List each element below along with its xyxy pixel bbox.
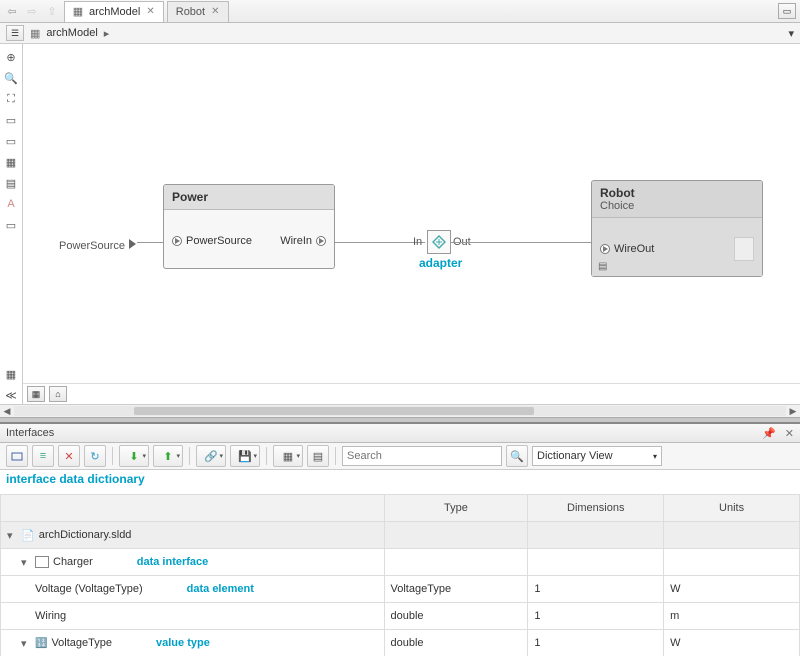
component-icon[interactable]: ▭ xyxy=(2,111,20,129)
adapter-block[interactable] xyxy=(427,230,451,254)
view-mode-select[interactable]: Dictionary View▾ xyxy=(532,446,662,466)
ref-icon[interactable]: ▤ xyxy=(2,174,20,192)
chevron-right-icon: ▸ xyxy=(104,27,110,40)
wire[interactable] xyxy=(451,242,591,243)
search-input[interactable] xyxy=(342,446,502,466)
inport-icon[interactable] xyxy=(172,236,182,246)
model-browser-button[interactable]: ☰ xyxy=(6,25,24,41)
close-icon[interactable]: ✕ xyxy=(785,428,794,440)
overview-icon[interactable]: ▦ xyxy=(2,365,20,383)
wire[interactable] xyxy=(137,242,163,243)
canvas-wrap: PowerSource Power PowerSource WireIn In xyxy=(23,44,800,404)
chevron-down-icon: ▾ xyxy=(653,452,657,461)
interfaces-panel: Interfaces 📌 ✕ ≡ ✕ ↻ ⬇▾ ⬆▾ 🔗▾ 💾▾ ▦▾ ▤ 🔍 … xyxy=(0,423,800,656)
tab-label: archModel xyxy=(89,6,140,18)
add-element-button[interactable]: ≡ xyxy=(32,445,54,467)
tab-label: Robot xyxy=(176,6,205,18)
annotation-dictionary: interface data dictionary xyxy=(0,470,800,494)
variant-choice-icon xyxy=(734,237,754,261)
palette: ⊕ 🔍 ⛶ ▭ ▭ ▦ ▤ A ▭ ▦ ≪ xyxy=(0,44,23,404)
col-type: Type xyxy=(384,495,528,522)
port-arrow-icon[interactable] xyxy=(129,239,136,249)
nav-back-icon[interactable]: ⇦ xyxy=(4,3,20,19)
canvas[interactable]: PowerSource Power PowerSource WireIn In xyxy=(23,44,800,384)
external-port-label: PowerSource xyxy=(59,240,125,252)
inport-icon[interactable] xyxy=(600,244,610,254)
interfaces-toolbar: ≡ ✕ ↻ ⬇▾ ⬆▾ 🔗▾ 💾▾ ▦▾ ▤ 🔍 Dictionary View… xyxy=(0,443,800,470)
table-row-root[interactable]: ▾📄 archDictionary.sldd xyxy=(1,522,800,549)
text-icon[interactable]: A xyxy=(2,195,20,213)
dictionary-icon: 📄 xyxy=(21,529,35,542)
table-row[interactable]: Voltage (VoltageType)data element Voltag… xyxy=(1,576,800,603)
collapse-button[interactable]: ▤ xyxy=(307,445,329,467)
adapter-in-label: In xyxy=(413,236,422,248)
table-row[interactable]: Wiring double1m xyxy=(1,603,800,630)
canvas-footer: ▦ ⌂ xyxy=(23,383,800,404)
editor-area: ⊕ 🔍 ⛶ ▭ ▭ ▦ ▤ A ▭ ▦ ≪ PowerSource Power … xyxy=(0,44,800,404)
pin-icon[interactable]: 📌 xyxy=(762,428,776,440)
interfaces-table: Type Dimensions Units ▾📄 archDictionary.… xyxy=(0,494,800,656)
close-icon[interactable]: ✕ xyxy=(146,6,154,17)
inport-label: WireOut xyxy=(614,243,654,255)
block-subtitle: Choice xyxy=(600,200,754,212)
block-power[interactable]: Power PowerSource WireIn xyxy=(163,184,335,269)
close-icon[interactable]: ✕ xyxy=(211,6,219,17)
editor-tab-bar: ⇦ ⇨ ⇧ ▦ archModel ✕ Robot ✕ ▭ xyxy=(0,0,800,23)
dropdown-caret-icon[interactable]: ▾ xyxy=(788,27,794,40)
breadcrumb: ☰ ▦ archModel ▸ ▾ xyxy=(0,23,800,44)
show-hierarchy-button[interactable]: ⌂ xyxy=(49,386,67,402)
breadcrumb-icon: ▦ xyxy=(30,27,40,40)
adapter-icon xyxy=(431,234,447,250)
fit-icon[interactable]: ⛶ xyxy=(2,90,20,108)
table-row[interactable]: ▾ Chargerdata interface xyxy=(1,549,800,576)
table-header-row: Type Dimensions Units xyxy=(1,495,800,522)
breadcrumb-root[interactable]: archModel xyxy=(46,27,97,39)
interface-icon xyxy=(35,556,49,568)
toggle-panel-icon[interactable]: ≪ xyxy=(2,386,20,404)
filter-button[interactable]: ▦▾ xyxy=(273,445,303,467)
wire[interactable] xyxy=(335,242,425,243)
col-dims: Dimensions xyxy=(528,495,664,522)
refresh-button[interactable]: ↻ xyxy=(84,445,106,467)
annotation-icon[interactable]: ▭ xyxy=(2,216,20,234)
zoom-in-icon[interactable]: 🔍 xyxy=(2,69,20,87)
tab-robot[interactable]: Robot ✕ xyxy=(167,1,229,22)
save-button[interactable]: 💾▾ xyxy=(230,445,260,467)
block-title: Power xyxy=(164,185,334,210)
table-row[interactable]: ▾🔢 VoltageTypevalue type double1W xyxy=(1,630,800,656)
col-name xyxy=(1,495,385,522)
outport-label: WireIn xyxy=(280,235,312,247)
link-button[interactable]: 🔗▾ xyxy=(196,445,226,467)
subsystem-icon[interactable]: ▭ xyxy=(2,132,20,150)
tab-archmodel[interactable]: ▦ archModel ✕ xyxy=(64,1,164,22)
interfaces-panel-header: Interfaces 📌 ✕ xyxy=(0,424,800,443)
model-icon: ▦ xyxy=(73,7,83,17)
panel-title: Interfaces xyxy=(6,427,54,439)
valuetype-icon: 🔢 xyxy=(35,638,47,649)
search-button[interactable]: 🔍 xyxy=(506,445,528,467)
show-perspectives-button[interactable]: ▦ xyxy=(27,386,45,402)
nav-forward-icon[interactable]: ⇨ xyxy=(24,3,40,19)
zoom-fit-icon[interactable]: ⊕ xyxy=(2,48,20,66)
delete-button[interactable]: ✕ xyxy=(58,445,80,467)
variant-badge-icon: ▤ xyxy=(598,261,607,272)
block-title: Robot xyxy=(600,186,754,200)
inport-label: PowerSource xyxy=(186,235,252,247)
window-options-button[interactable]: ▭ xyxy=(778,3,796,19)
col-units: Units xyxy=(664,495,800,522)
horizontal-scrollbar[interactable]: ◀ ▶ xyxy=(0,404,800,417)
block-robot[interactable]: Robot Choice WireOut ▤ xyxy=(591,180,763,277)
panel-actions: 📌 ✕ xyxy=(762,427,794,440)
nav-up-icon[interactable]: ⇧ xyxy=(44,3,60,19)
annotation-adapter: adapter xyxy=(419,256,462,270)
add-interface-button[interactable] xyxy=(6,445,28,467)
import-button[interactable]: ⬇▾ xyxy=(119,445,149,467)
outport-icon[interactable] xyxy=(316,236,326,246)
export-button[interactable]: ⬆▾ xyxy=(153,445,183,467)
variant-icon[interactable]: ▦ xyxy=(2,153,20,171)
